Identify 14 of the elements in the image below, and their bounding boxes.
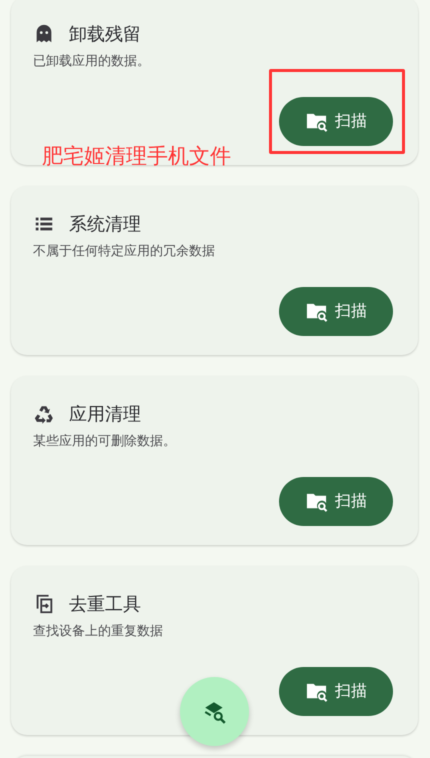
annotation-text: 肥宅姬清理手机文件 [42,143,231,170]
scan-button[interactable]: 扫描 [279,667,393,716]
scan-button[interactable]: 扫描 [279,477,393,526]
scan-button[interactable]: 扫描 [279,287,393,336]
recycle-icon [33,403,55,425]
scan-button[interactable]: 扫描 [279,97,393,146]
card-title: 系统清理 [69,213,141,236]
card-title: 去重工具 [69,593,141,616]
card-description: 不属于任何特定应用的冗余数据 [33,243,216,260]
card-description: 查找设备上的重复数据 [33,623,164,640]
card-title: 卸载残留 [69,23,141,46]
card-description: 某些应用的可删除数据。 [33,433,177,450]
card-description: 已卸载应用的数据。 [33,53,151,70]
card-title: 应用清理 [69,403,141,426]
